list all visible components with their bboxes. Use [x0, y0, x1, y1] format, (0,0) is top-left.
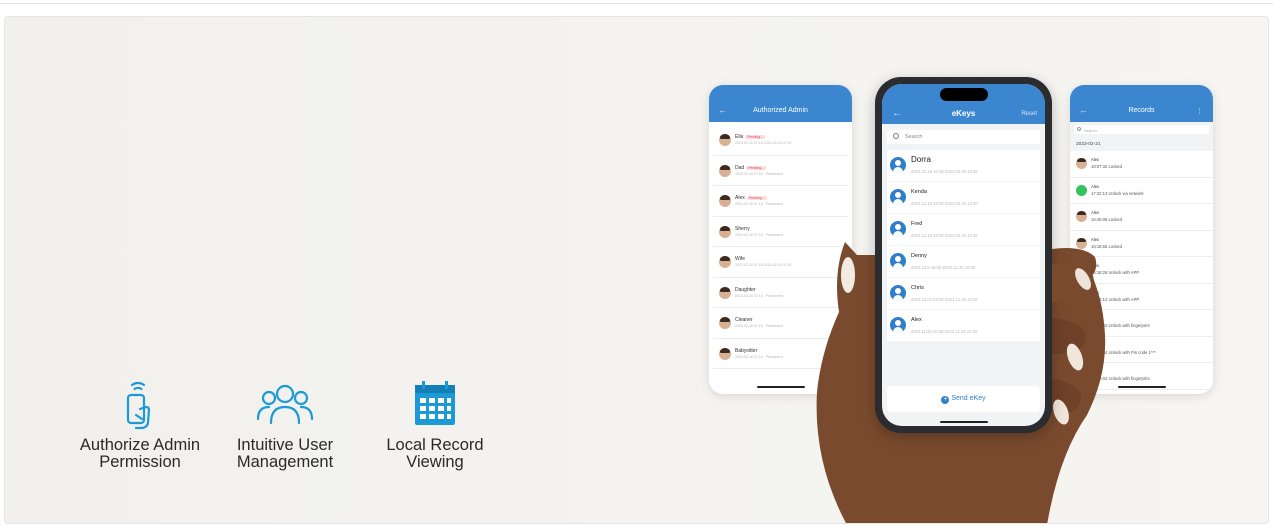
top-divider — [0, 3, 1273, 4]
banner-card: Authorize Admin Permission Intuitive Use… — [4, 16, 1269, 524]
thumb-illustration — [1052, 262, 1094, 303]
